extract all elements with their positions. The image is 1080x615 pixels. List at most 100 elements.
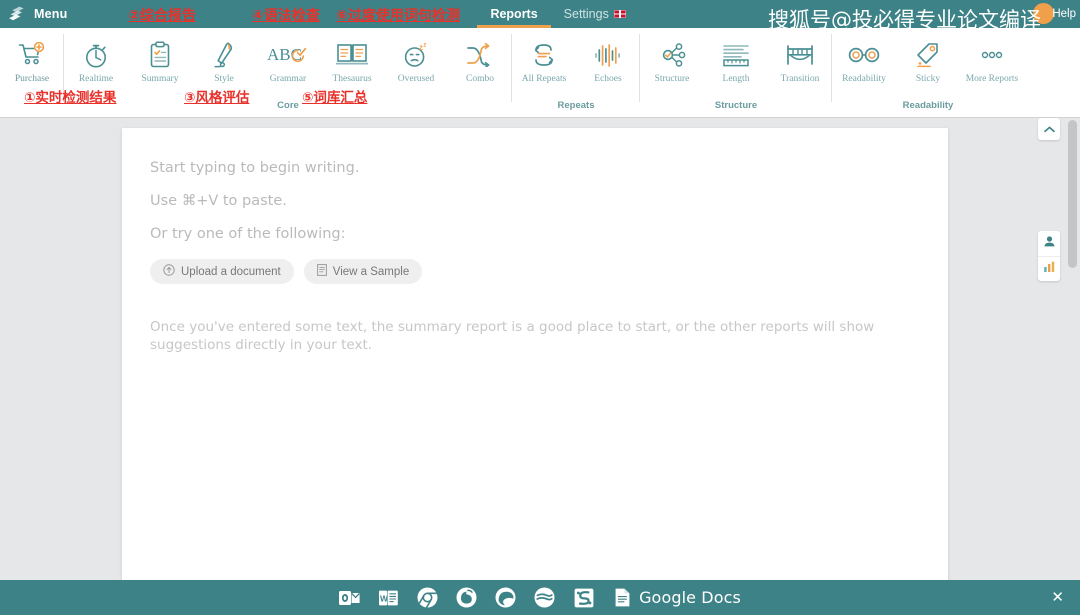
svg-text:z: z [423,43,426,49]
menu-label[interactable]: Menu [34,7,67,21]
sleepy-face-icon: z z [402,38,430,72]
document-icon [316,264,327,279]
ribbon-item-more-reports[interactable]: More Reports [960,32,1024,100]
annotation-3-style-evaluation: ③风格评估 [184,90,250,106]
side-rail-panel [1038,231,1060,281]
brand-logo-area[interactable]: Menu [0,6,67,23]
ribbon-item-transition[interactable]: Transition [768,32,832,100]
ribbon-group-repeats-title: Repeats [557,100,595,111]
account-button[interactable] [1038,231,1060,256]
firefox-icon[interactable] [456,587,477,608]
open-book-icon [336,38,368,72]
ribbon-group-core: Realtime Summary Style ABC Grammar Thesa… [64,28,512,118]
close-bottom-bar-button[interactable]: ✕ [1051,590,1064,605]
collapse-ribbon-button[interactable] [1038,118,1060,140]
svg-text:z: z [419,43,423,52]
uk-flag-icon [613,10,626,18]
view-sample-button[interactable]: View a Sample [303,259,423,284]
ribbon-item-style-label: Style [214,74,234,84]
upload-document-button[interactable]: Upload a document [150,259,294,284]
annotation-4-grammar-check: ④语法检查 [252,8,320,24]
google-docs-icon [612,587,633,608]
word-icon[interactable]: W [378,587,399,608]
svg-text:W: W [380,593,388,603]
annotation-6-overused-check: ⑥过度使用词句检测 [336,8,460,24]
abc-check-icon: ABC [267,38,309,72]
ribbon-item-combo[interactable]: Combo [448,32,512,100]
ribbon-group-core-title: Core [277,100,299,111]
scrivener-icon[interactable] [534,587,555,608]
ribbon-item-echoes[interactable]: Echoes [576,32,640,100]
help-area[interactable]: Help [1052,0,1076,28]
ribbon-group-structure: Structure Length Transition Structure [640,28,832,118]
tab-reports[interactable]: Reports [477,0,551,28]
upload-document-label: Upload a document [181,265,281,278]
ribbon-toolbar: Purchase Realtime Summary Style ABC Gram… [0,28,1080,118]
placeholder-line-1: Start typing to begin writing. [150,160,360,176]
ribbon-group-readability-title: Readability [902,100,954,111]
annotation-5-thesaurus-summary: ⑤词库汇总 [302,90,368,106]
outlook-icon[interactable] [339,587,360,608]
bar-chart-icon [1043,260,1056,278]
ribbon-item-sticky[interactable]: Sticky [896,32,960,100]
ribbon-item-realtime-label: Realtime [78,74,114,84]
chrome-icon[interactable] [417,587,438,608]
annotation-1-realtime-result: ①实时检测结果 [24,90,117,106]
help-label[interactable]: Help [1052,8,1076,20]
clipboard-check-icon [148,38,172,72]
view-sample-label: View a Sample [332,265,410,278]
ribbon-item-length[interactable]: Length [704,32,768,100]
ribbon-item-all-repeats[interactable]: All Repeats [512,32,576,100]
workspace-area: Start typing to begin writing. Use ⌘+V t… [0,118,1080,580]
tab-reports-label: Reports [490,7,538,21]
glasses-icon [847,38,881,72]
bridge-icon [785,38,815,72]
placeholder-line-2: Use ⌘+V to paste. [150,193,287,209]
shuffle-icon [466,38,494,72]
stacked-pages-logo-icon [8,6,27,23]
ribbon-item-summary[interactable]: Summary [128,32,192,100]
ribbon-item-all-repeats-label: All Repeats [521,74,567,84]
node-graph-icon [658,38,686,72]
upload-circle-icon [163,264,175,279]
placeholder-line-3: Or try one of the following: [150,226,346,242]
google-docs-label: Google Docs [639,588,741,607]
account-person-icon [1043,235,1056,253]
watermark-text: 搜狐号@投必得专业论文编译 [768,8,1041,32]
ribbon-item-transition-label: Transition [780,74,820,84]
ribbon-item-length-label: Length [722,74,750,84]
stats-button[interactable] [1038,256,1060,281]
google-docs-button[interactable]: Google Docs [612,587,741,608]
ribbon-item-overused-label: Overused [397,74,435,84]
ribbon-item-purchase-label: Purchase [14,74,50,84]
document-hint-note: Once you've entered some text, the summa… [150,319,875,354]
ribbon-item-grammar-label: Grammar [269,74,307,84]
tag-icon [915,38,941,72]
edge-icon[interactable] [495,587,516,608]
ribbon-item-echoes-label: Echoes [594,74,622,84]
top-tabs: Reports Settings [477,0,638,28]
storyist-icon[interactable] [573,587,594,608]
ribbon-item-overused[interactable]: z z Overused [384,32,448,100]
tab-settings[interactable]: Settings [551,0,639,28]
vertical-scrollbar-thumb[interactable] [1068,120,1077,268]
ribbon-item-structure-label: Structure [654,74,690,84]
ellipsis-icon [979,38,1005,72]
ribbon-item-readability[interactable]: Readability [832,32,896,100]
ribbon-item-more-reports-label: More Reports [965,74,1019,84]
document-page[interactable]: Start typing to begin writing. Use ⌘+V t… [122,128,948,580]
ribbon-group-repeats: All Repeats Echoes Repeats [512,28,640,118]
ribbon-item-sticky-label: Sticky [915,74,941,84]
ribbon-item-structure[interactable]: Structure [640,32,704,100]
repeat-arrows-icon [531,38,557,72]
pen-icon [212,38,236,72]
bottom-app-bar: W Google Docs ✕ [0,580,1080,615]
annotation-2-summary-report: ②综合报告 [128,8,196,24]
chevron-up-icon [1043,120,1055,138]
ribbon-item-readability-label: Readability [842,74,886,84]
ribbon-item-combo-label: Combo [466,74,494,84]
ribbon-item-thesaurus-label: Thesaurus [332,74,372,84]
ribbon-item-summary-label: Summary [141,74,179,84]
stopwatch-icon [83,38,109,72]
tab-settings-label: Settings [563,7,609,21]
